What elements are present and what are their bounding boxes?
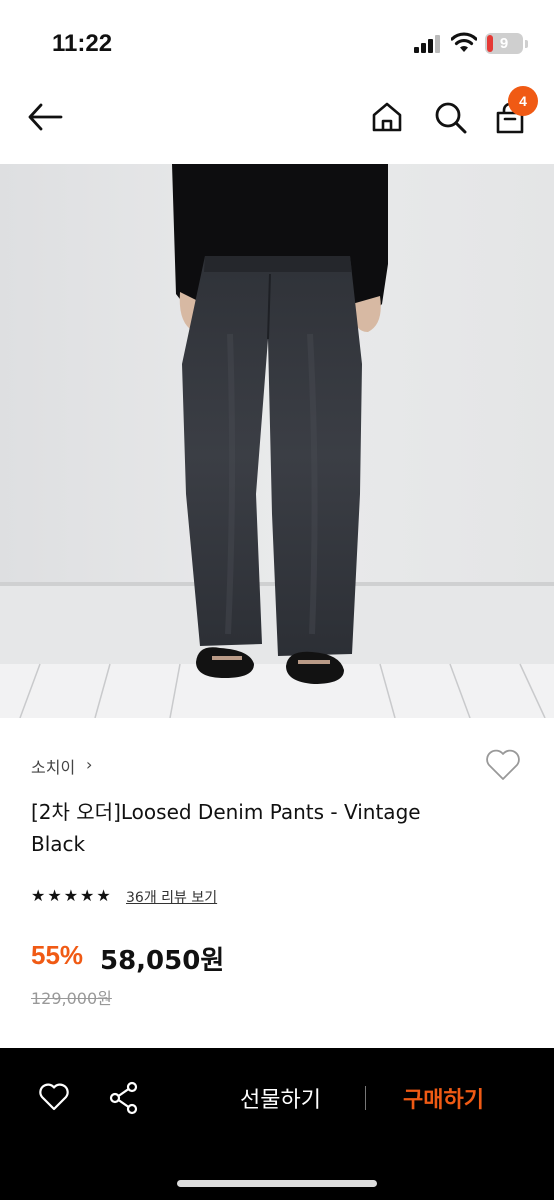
back-arrow-icon[interactable]	[27, 103, 63, 131]
status-time: 11:22	[52, 30, 113, 57]
home-icon[interactable]	[371, 101, 403, 133]
star-icon: ★	[96, 886, 111, 905]
wifi-icon	[451, 32, 477, 52]
gift-button[interactable]: 선물하기	[240, 1082, 321, 1114]
star-icon: ★	[63, 886, 79, 905]
heart-icon[interactable]	[38, 1082, 70, 1112]
reviews-link[interactable]: 36개 리뷰 보기	[126, 887, 217, 907]
status-bar: 11:22 9	[0, 0, 554, 80]
buy-button[interactable]: 구매하기	[403, 1082, 484, 1114]
sale-price: 58,050원	[100, 946, 225, 976]
star-icon: ★	[80, 886, 95, 905]
star-icon: ★	[31, 886, 46, 905]
rating-stars: ★ ★ ★ ★ ★	[31, 887, 111, 905]
share-icon[interactable]	[108, 1081, 140, 1115]
product-title: [2차 오더]Loosed Denim Pants - Vintage Blac…	[31, 800, 421, 856]
battery-nub	[525, 40, 528, 48]
denim-pants-photo	[0, 164, 554, 718]
chevron-right-icon[interactable]: ›	[86, 755, 92, 774]
battery-level: 9	[499, 35, 509, 52]
star-icon: ★	[47, 886, 62, 905]
cart-badge: 4	[508, 86, 538, 116]
wishlist-heart-icon[interactable]	[484, 748, 522, 782]
battery-icon: 9	[485, 33, 523, 54]
search-icon[interactable]	[434, 101, 468, 135]
original-price: 129,000원	[31, 989, 112, 1008]
product-image[interactable]	[0, 164, 554, 718]
signal-icon	[414, 35, 442, 53]
bottom-action-bar: 선물하기 구매하기	[0, 1048, 554, 1200]
discount-rate: 55%	[31, 940, 84, 970]
divider	[365, 1086, 366, 1110]
nav-bar	[0, 80, 554, 164]
product-info: 소치이 › [2차 오더]Loosed Denim Pants - Vintag…	[0, 718, 554, 1048]
brand-link[interactable]: 소치이	[31, 754, 75, 778]
home-indicator	[177, 1180, 377, 1187]
